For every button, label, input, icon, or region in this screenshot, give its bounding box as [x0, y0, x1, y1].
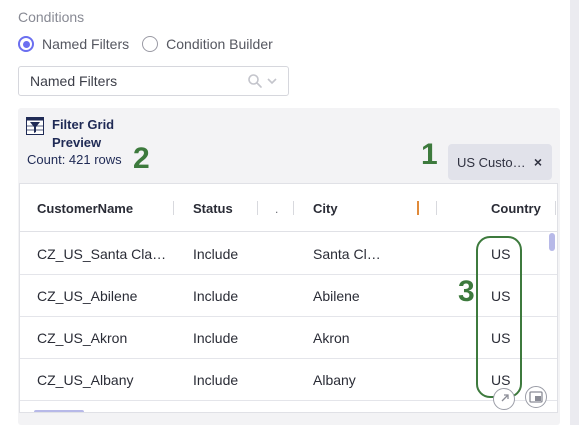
condition-type-radios: Named Filters Condition Builder: [18, 35, 273, 53]
status-cell: Include: [193, 246, 239, 262]
expand-icon: [501, 394, 509, 402]
city-cell: Albany: [313, 372, 356, 388]
column-header-city[interactable]: City: [313, 184, 338, 232]
annotation-marker-3: 3: [458, 275, 475, 308]
status-cell: Include: [193, 288, 239, 304]
city-cell: Akron: [313, 330, 350, 346]
customer-name-cell: CZ_US_Santa Cla…: [37, 246, 167, 262]
column-separator[interactable]: [173, 201, 174, 215]
city-cell: Santa Cl…: [313, 246, 381, 262]
picture-in-picture-icon: [529, 391, 543, 403]
named-filters-dropdown[interactable]: Named Filters: [18, 66, 289, 96]
filter-chip[interactable]: US Custo… ×: [448, 144, 552, 180]
dropdown-value: Named Filters: [30, 73, 118, 89]
filter-grid-icon: [26, 117, 44, 135]
named-filters-radio[interactable]: [18, 36, 34, 52]
condition-builder-radio[interactable]: [142, 36, 159, 52]
annotation-marker-1: 1: [421, 138, 438, 171]
customer-name-cell: CZ_US_Abilene: [37, 288, 138, 304]
condition-builder-label[interactable]: Condition Builder: [166, 36, 273, 52]
customer-name-cell: CZ_US_Akron: [37, 330, 128, 346]
expand-button[interactable]: [493, 388, 515, 410]
column-separator[interactable]: [555, 201, 556, 215]
country-column-highlight: [476, 236, 522, 398]
conditions-label: Conditions: [18, 9, 85, 25]
row-count: Count: 421 rows: [27, 152, 122, 167]
column-header-country[interactable]: Country: [491, 184, 541, 232]
column-resize-handle[interactable]: [417, 201, 419, 215]
close-icon[interactable]: ×: [534, 154, 542, 170]
panel-edge: [570, 0, 579, 425]
named-filters-label[interactable]: Named Filters: [42, 36, 129, 52]
customer-name-cell: CZ_US_Albany: [37, 372, 134, 388]
city-cell: Abilene: [313, 288, 360, 304]
column-header-hidden[interactable]: .: [275, 202, 278, 216]
filter-chip-label: US Custo…: [457, 154, 526, 170]
grid-header: CustomerName Status . City Country: [20, 184, 557, 232]
column-header-status[interactable]: Status: [193, 184, 233, 232]
horizontal-scrollbar[interactable]: [34, 410, 84, 412]
column-header-customername[interactable]: CustomerName: [37, 184, 133, 232]
picture-in-picture-button[interactable]: [525, 386, 547, 408]
column-separator[interactable]: [436, 201, 437, 215]
vertical-scrollbar[interactable]: [549, 233, 555, 251]
filter-grid-title: Filter Grid Preview: [52, 117, 115, 150]
chevron-down-icon[interactable]: [266, 75, 278, 87]
column-separator[interactable]: [293, 201, 294, 215]
annotation-marker-2: 2: [133, 142, 150, 175]
status-cell: Include: [193, 330, 239, 346]
column-separator[interactable]: [257, 201, 258, 215]
status-cell: Include: [193, 372, 239, 388]
search-icon: [248, 74, 262, 88]
